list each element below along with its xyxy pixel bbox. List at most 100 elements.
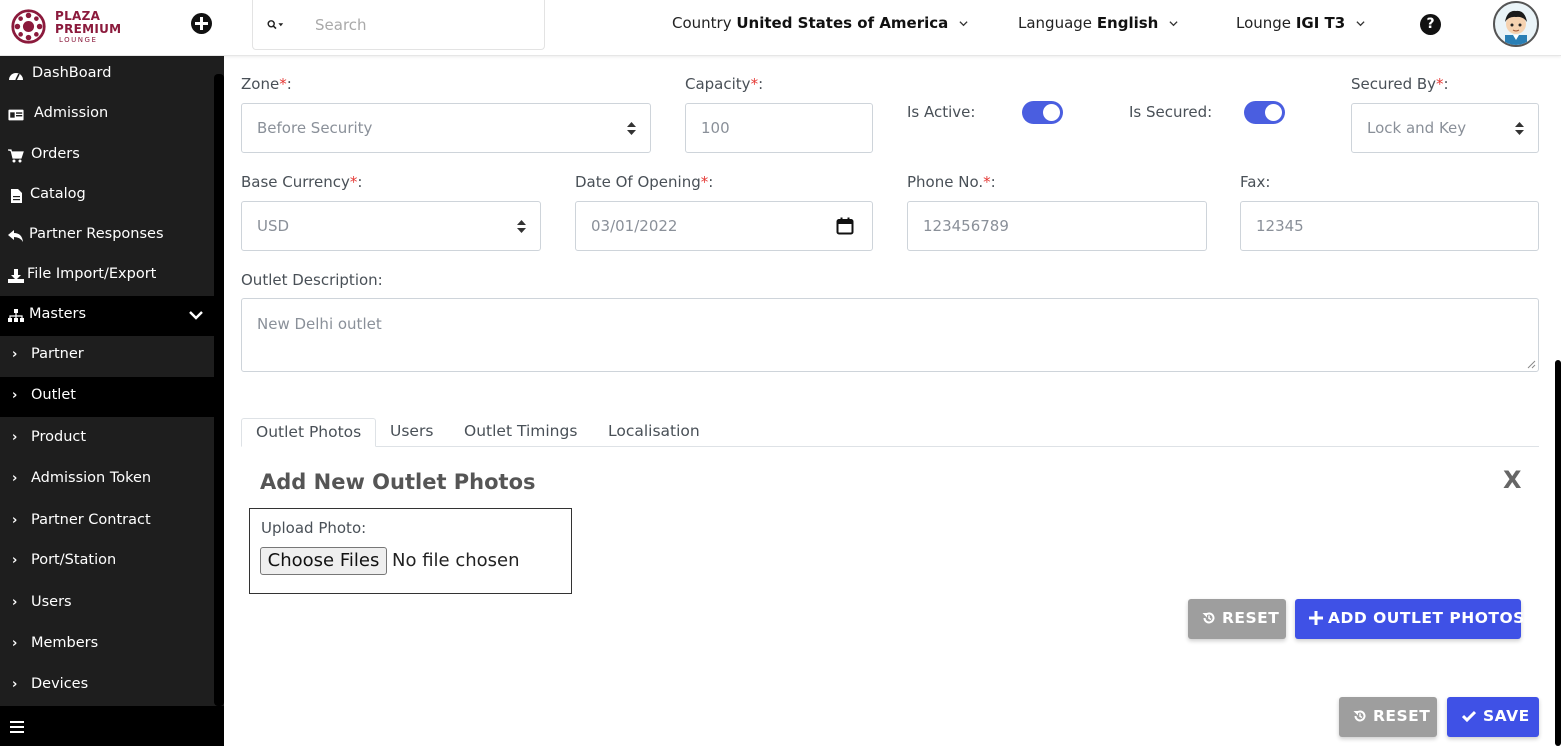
add-outlet-photos-button[interactable]: ADD OUTLET PHOTOS <box>1295 599 1524 639</box>
chevron-right-icon: › <box>12 430 18 445</box>
tab-outlet-timings[interactable]: Outlet Timings <box>464 418 577 447</box>
download-icon <box>8 269 24 283</box>
required-mark: * <box>1436 75 1444 93</box>
zone-select[interactable]: Before Security <box>241 103 651 153</box>
sidebar-item-partner[interactable]: › Partner <box>0 336 215 376</box>
sidebar-item-admission[interactable]: Admission <box>0 95 215 135</box>
sidebar-item-orders[interactable]: Orders <box>0 136 215 176</box>
language-selector[interactable]: Language English <box>1018 14 1178 32</box>
is-active-toggle[interactable] <box>1022 101 1063 124</box>
sidebar-item-dashboard[interactable]: DashBoard <box>0 55 215 95</box>
phone-input[interactable]: 123456789 <box>907 201 1207 251</box>
calendar-icon[interactable] <box>836 217 854 235</box>
secured-by-label-text: Secured By <box>1351 75 1437 93</box>
search-box <box>252 0 545 50</box>
country-selector[interactable]: Country United States of America <box>672 14 968 32</box>
tab-localisation[interactable]: Localisation <box>608 418 700 447</box>
toggle-knob <box>1043 104 1060 121</box>
language-label: Language <box>1018 14 1093 32</box>
sidebar-item-file-import-export[interactable]: File Import/Export <box>0 256 215 296</box>
chevron-right-icon: › <box>12 388 18 403</box>
brand-line-2: PREMIUM <box>55 22 122 36</box>
sidebar-item-masters[interactable]: Masters <box>0 296 215 336</box>
reset-photos-button[interactable]: RESET <box>1188 599 1286 639</box>
resize-grip-icon[interactable] <box>1526 359 1536 369</box>
user-avatar[interactable] <box>1493 1 1539 47</box>
sidebar-item-label: Orders <box>31 146 80 162</box>
label-colon: : <box>708 173 714 191</box>
sidebar-item-devices[interactable]: › Devices <box>0 666 215 706</box>
brand-line-3: LOUNGE <box>59 36 98 44</box>
sidebar-item-product[interactable]: › Product <box>0 419 215 459</box>
sidebar-scrollbar[interactable] <box>214 74 224 706</box>
toggle-knob <box>1265 104 1282 121</box>
sidebar-item-admission-token[interactable]: › Admission Token <box>0 460 215 500</box>
sidebar-item-partner-contract[interactable]: › Partner Contract <box>0 502 215 542</box>
save-label: SAVE <box>1483 707 1530 725</box>
chevron-down-icon <box>959 21 968 27</box>
zone-label-text: Zone <box>241 75 280 93</box>
sidebar-item-partner-responses[interactable]: Partner Responses <box>0 216 215 256</box>
phone-value: 123456789 <box>923 217 1009 235</box>
select-arrows-icon <box>517 220 526 233</box>
sidebar-item-catalog[interactable]: Catalog <box>0 176 215 216</box>
phone-label-text: Phone No. <box>907 173 984 191</box>
save-button[interactable]: SAVE <box>1447 697 1539 737</box>
capacity-value: 100 <box>701 119 730 137</box>
capacity-label: Capacity*: <box>685 75 763 93</box>
brand-logo[interactable]: PLAZA PREMIUM LOUNGE <box>10 6 130 46</box>
sidebar-item-label: Partner Responses <box>29 226 164 242</box>
base-currency-select[interactable]: USD <box>241 201 541 251</box>
sidebar-item-port-station[interactable]: › Port/Station <box>0 542 215 582</box>
sidebar-item-label: Admission Token <box>31 470 152 486</box>
sidebar-item-outlet[interactable]: › Outlet <box>0 377 215 417</box>
secured-by-select[interactable]: Lock and Key <box>1351 103 1539 153</box>
description-value: New Delhi outlet <box>257 315 382 333</box>
hamburger-menu-icon[interactable] <box>10 721 24 733</box>
tab-users[interactable]: Users <box>390 418 433 447</box>
help-icon[interactable]: ? <box>1420 14 1441 35</box>
sidebar-item-users[interactable]: › Users <box>0 584 215 624</box>
tab-outlet-photos[interactable]: Outlet Photos <box>241 418 377 447</box>
lounge-value: IGI T3 <box>1295 14 1346 32</box>
history-icon <box>1353 710 1366 722</box>
reset-photos-label: RESET <box>1222 609 1280 627</box>
base-currency-label-text: Base Currency <box>241 173 350 191</box>
choose-files-button[interactable]: Choose Files <box>260 547 387 575</box>
chevron-right-icon: › <box>12 636 18 651</box>
reply-icon <box>8 230 23 242</box>
lounge-selector[interactable]: Lounge IGI T3 <box>1236 14 1365 32</box>
description-textarea[interactable]: New Delhi outlet <box>241 298 1539 372</box>
zone-label: Zone*: <box>241 75 292 93</box>
check-icon <box>1462 710 1476 723</box>
close-panel-button[interactable]: X <box>1503 466 1522 494</box>
search-input[interactable] <box>315 12 530 38</box>
upload-photo-box: Upload Photo: Choose Files No file chose… <box>249 508 572 594</box>
reset-form-button[interactable]: RESET <box>1339 697 1437 737</box>
country-value: United States of America <box>736 14 949 32</box>
required-mark: * <box>750 75 759 93</box>
fax-input[interactable]: 12345 <box>1240 201 1539 251</box>
is-secured-toggle[interactable] <box>1244 101 1285 124</box>
sidebar-item-label: Admission <box>34 105 109 121</box>
fax-label: Fax: <box>1240 173 1271 191</box>
capacity-input[interactable]: 100 <box>685 103 873 153</box>
chevron-right-icon: › <box>12 471 18 486</box>
chevron-right-icon: › <box>12 347 18 362</box>
date-opening-input[interactable]: 03/01/2022 <box>575 201 873 251</box>
sitemap-icon <box>8 309 24 322</box>
chevron-right-icon: › <box>12 513 18 528</box>
sidebar-item-label: Partner <box>31 346 84 362</box>
search-icon[interactable] <box>267 16 285 34</box>
phone-label: Phone No.*: <box>907 173 996 191</box>
sidebar-item-members[interactable]: › Members <box>0 625 215 665</box>
outlet-form: Zone*: Before Security Capacity*: 100 Is… <box>224 56 1561 746</box>
sidebar-item-label: Product <box>31 429 87 445</box>
plus-icon <box>1309 611 1323 625</box>
chevron-down-icon <box>1169 21 1178 27</box>
page-scrollbar[interactable] <box>1555 360 1561 746</box>
avatar-icon <box>1505 10 1527 45</box>
sidebar-item-label: File Import/Export <box>27 266 157 282</box>
sidebar: DashBoard Admission Orders Catalog Partn… <box>0 56 224 746</box>
add-new-button[interactable] <box>191 13 212 34</box>
